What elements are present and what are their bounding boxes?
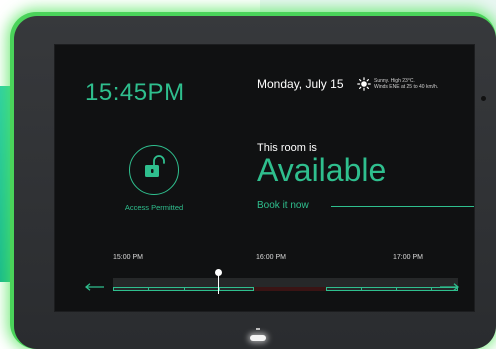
timeline-tick	[431, 287, 432, 291]
book-now-link[interactable]: Book it now	[257, 200, 309, 211]
sun-icon	[357, 77, 371, 91]
timeline-label-17: 17:00 PM	[393, 254, 423, 261]
camera-icon	[481, 96, 486, 101]
timeline-busy-slot[interactable]	[254, 287, 326, 291]
access-label: Access Permitted	[124, 203, 184, 212]
timeline-tick	[219, 287, 220, 291]
tablet-bezel: 15:45PM Monday, July 15 Sunny. High 23°C…	[14, 16, 496, 349]
timeline-tick	[361, 287, 362, 291]
room-display-screen: 15:45PM Monday, July 15 Sunny. High 23°C…	[54, 44, 475, 312]
timeline-tick	[148, 287, 149, 291]
tablet-device: 15:45PM Monday, July 15 Sunny. High 23°C…	[10, 12, 496, 349]
weather-wind: Winds ENE at 25 to 40 km/h.	[374, 84, 439, 90]
current-time: 15:45PM	[85, 79, 185, 106]
timeline-label-16: 16:00 PM	[256, 254, 286, 261]
book-now-divider	[331, 206, 474, 207]
current-time-handle[interactable]	[215, 269, 222, 276]
arrow-right-icon[interactable]	[439, 283, 459, 291]
home-button[interactable]	[250, 335, 266, 341]
current-time-marker	[218, 274, 219, 294]
room-status: Available	[257, 152, 387, 188]
timeline-tick	[396, 287, 397, 291]
unlocked-padlock-icon	[145, 155, 165, 177]
home-indicator-notch	[256, 328, 260, 330]
weather-forecast: Sunny. High 23°C. Winds ENE at 25 to 40 …	[374, 78, 474, 90]
current-date: Monday, July 15	[257, 77, 344, 91]
timeline-tick	[184, 287, 185, 291]
timeline-label-15: 15:00 PM	[113, 254, 143, 261]
arrow-left-icon[interactable]	[85, 283, 105, 291]
